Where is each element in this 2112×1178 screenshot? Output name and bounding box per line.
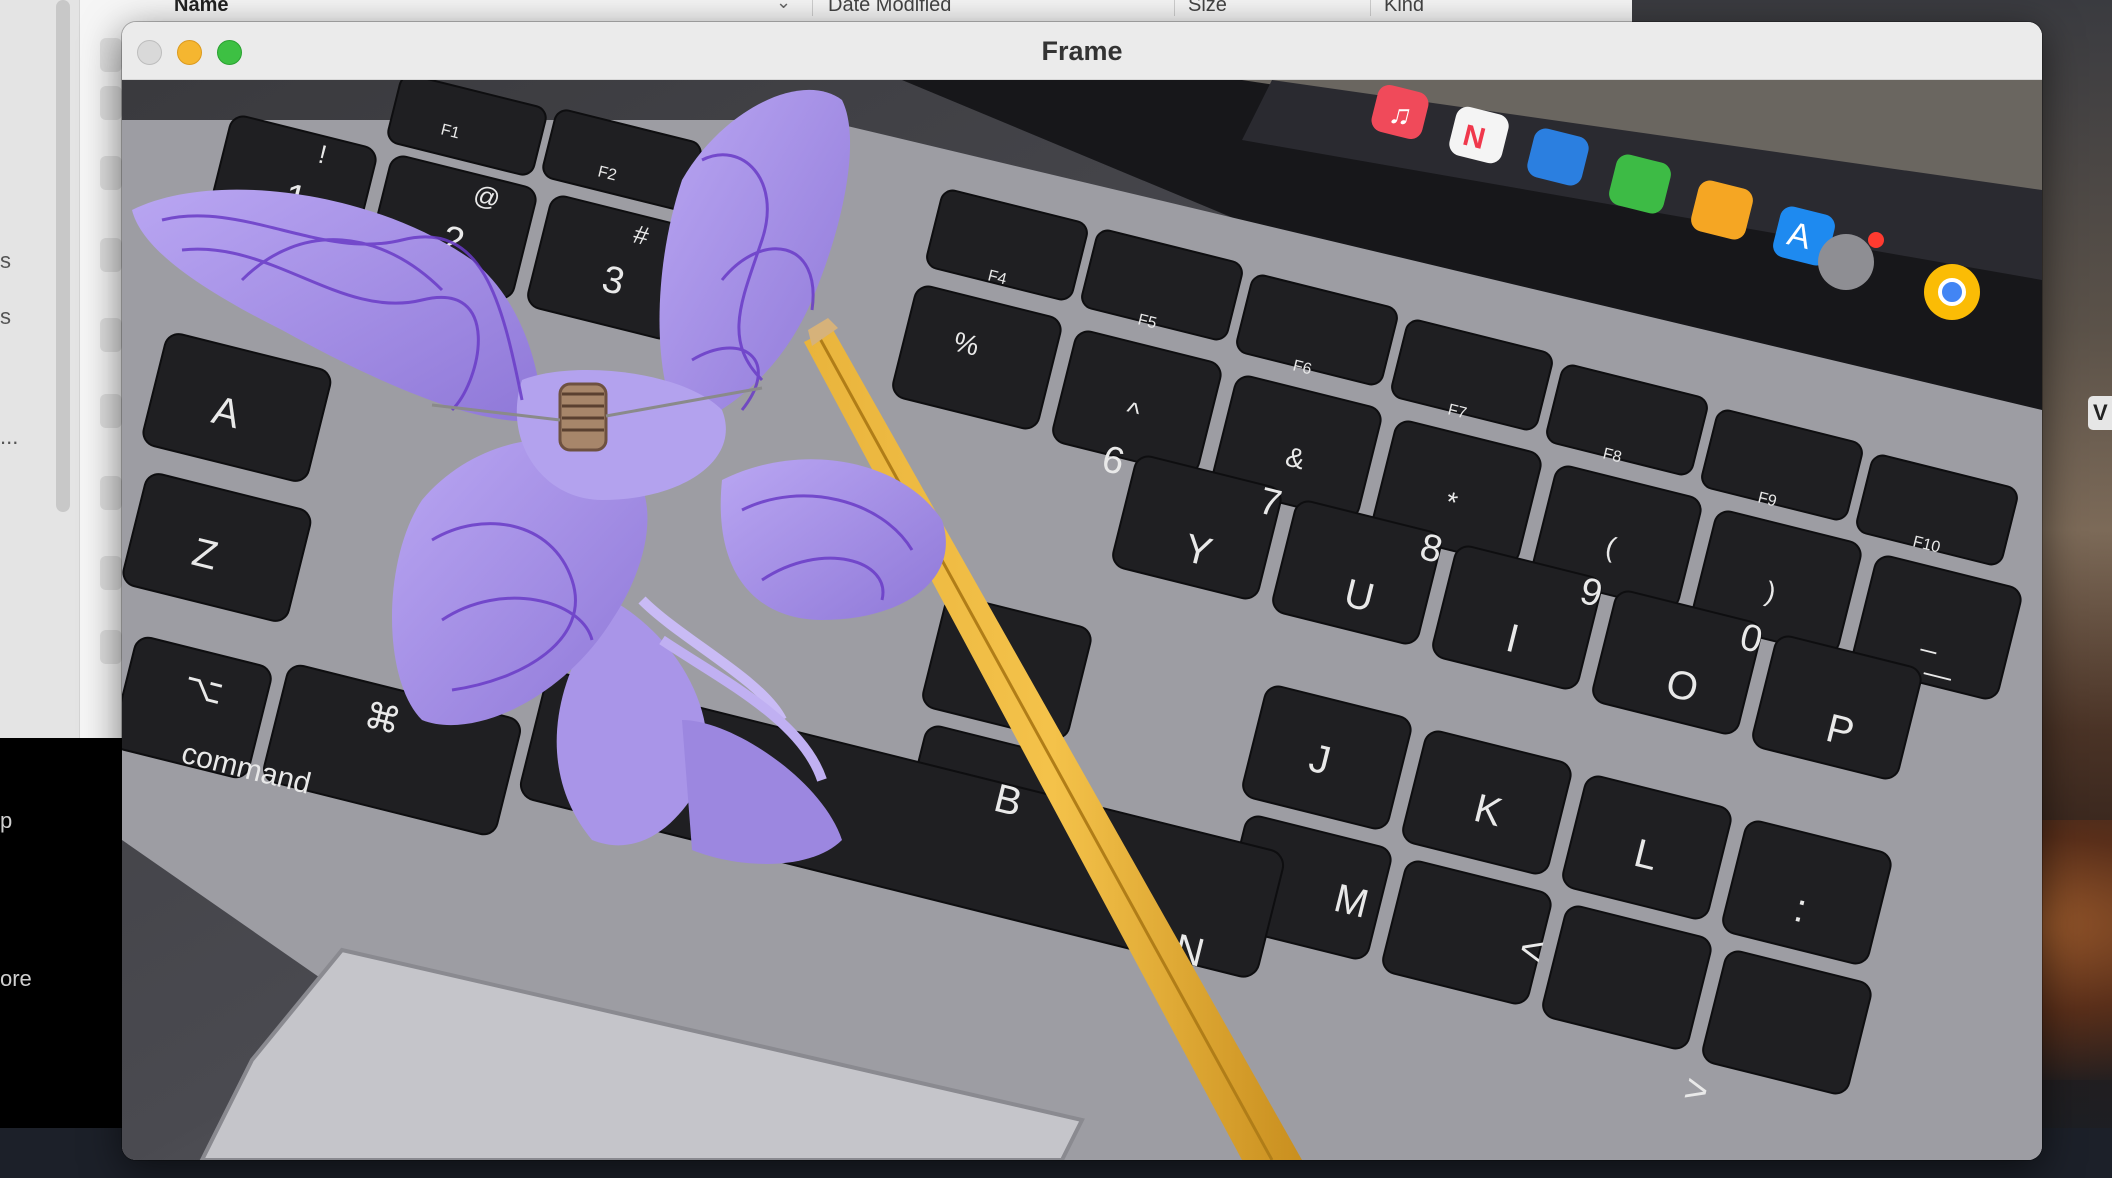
terminal-text: ore	[0, 966, 32, 991]
file-row-icon[interactable]	[100, 318, 122, 352]
column-header-size[interactable]: Size	[1188, 0, 1227, 22]
frame-window: Frame ♫ N A F1 F2 F4 F5 F6 F7 F8 F9 F10 …	[122, 22, 2042, 1160]
column-header-date-modified[interactable]: Date Modified	[828, 0, 951, 22]
column-separator	[1370, 0, 1371, 16]
column-header-kind[interactable]: Kind	[1384, 0, 1424, 22]
column-header-name[interactable]: Name	[174, 0, 228, 22]
webcam-photo: ♫ N A F1 F2 F4 F5 F6 F7 F8 F9 F10 ! @ 2 …	[122, 80, 2042, 1160]
file-row-icon[interactable]	[100, 476, 122, 510]
file-row-icon[interactable]	[100, 38, 122, 72]
file-row-icon[interactable]	[100, 238, 122, 272]
desktop-edge-item[interactable]: V	[2088, 396, 2112, 430]
file-row-icon[interactable]	[100, 156, 122, 190]
sidebar-item-fragment[interactable]: s	[0, 248, 11, 274]
file-row-icon[interactable]	[100, 556, 122, 590]
file-row-icon[interactable]	[100, 630, 122, 664]
file-row-icon[interactable]	[100, 394, 122, 428]
sidebar-item-fragment[interactable]: ...	[0, 424, 18, 450]
sidebar-item-fragment[interactable]: s	[0, 304, 11, 330]
sidebar-scrollbar[interactable]	[56, 0, 70, 512]
terminal-text: p	[0, 808, 13, 833]
window-title: Frame	[1041, 36, 1123, 66]
column-separator	[812, 0, 813, 16]
sort-chevron-icon[interactable]: ⌄	[776, 0, 791, 13]
photo-image: ♫ N A F1 F2 F4 F5 F6 F7 F8 F9 F10 ! @ 2 …	[122, 80, 2042, 1160]
terminal-window: p ore	[0, 738, 130, 1128]
file-row-icon[interactable]	[100, 86, 122, 120]
title-bar[interactable]: Frame	[122, 22, 2042, 80]
column-separator	[1174, 0, 1175, 16]
